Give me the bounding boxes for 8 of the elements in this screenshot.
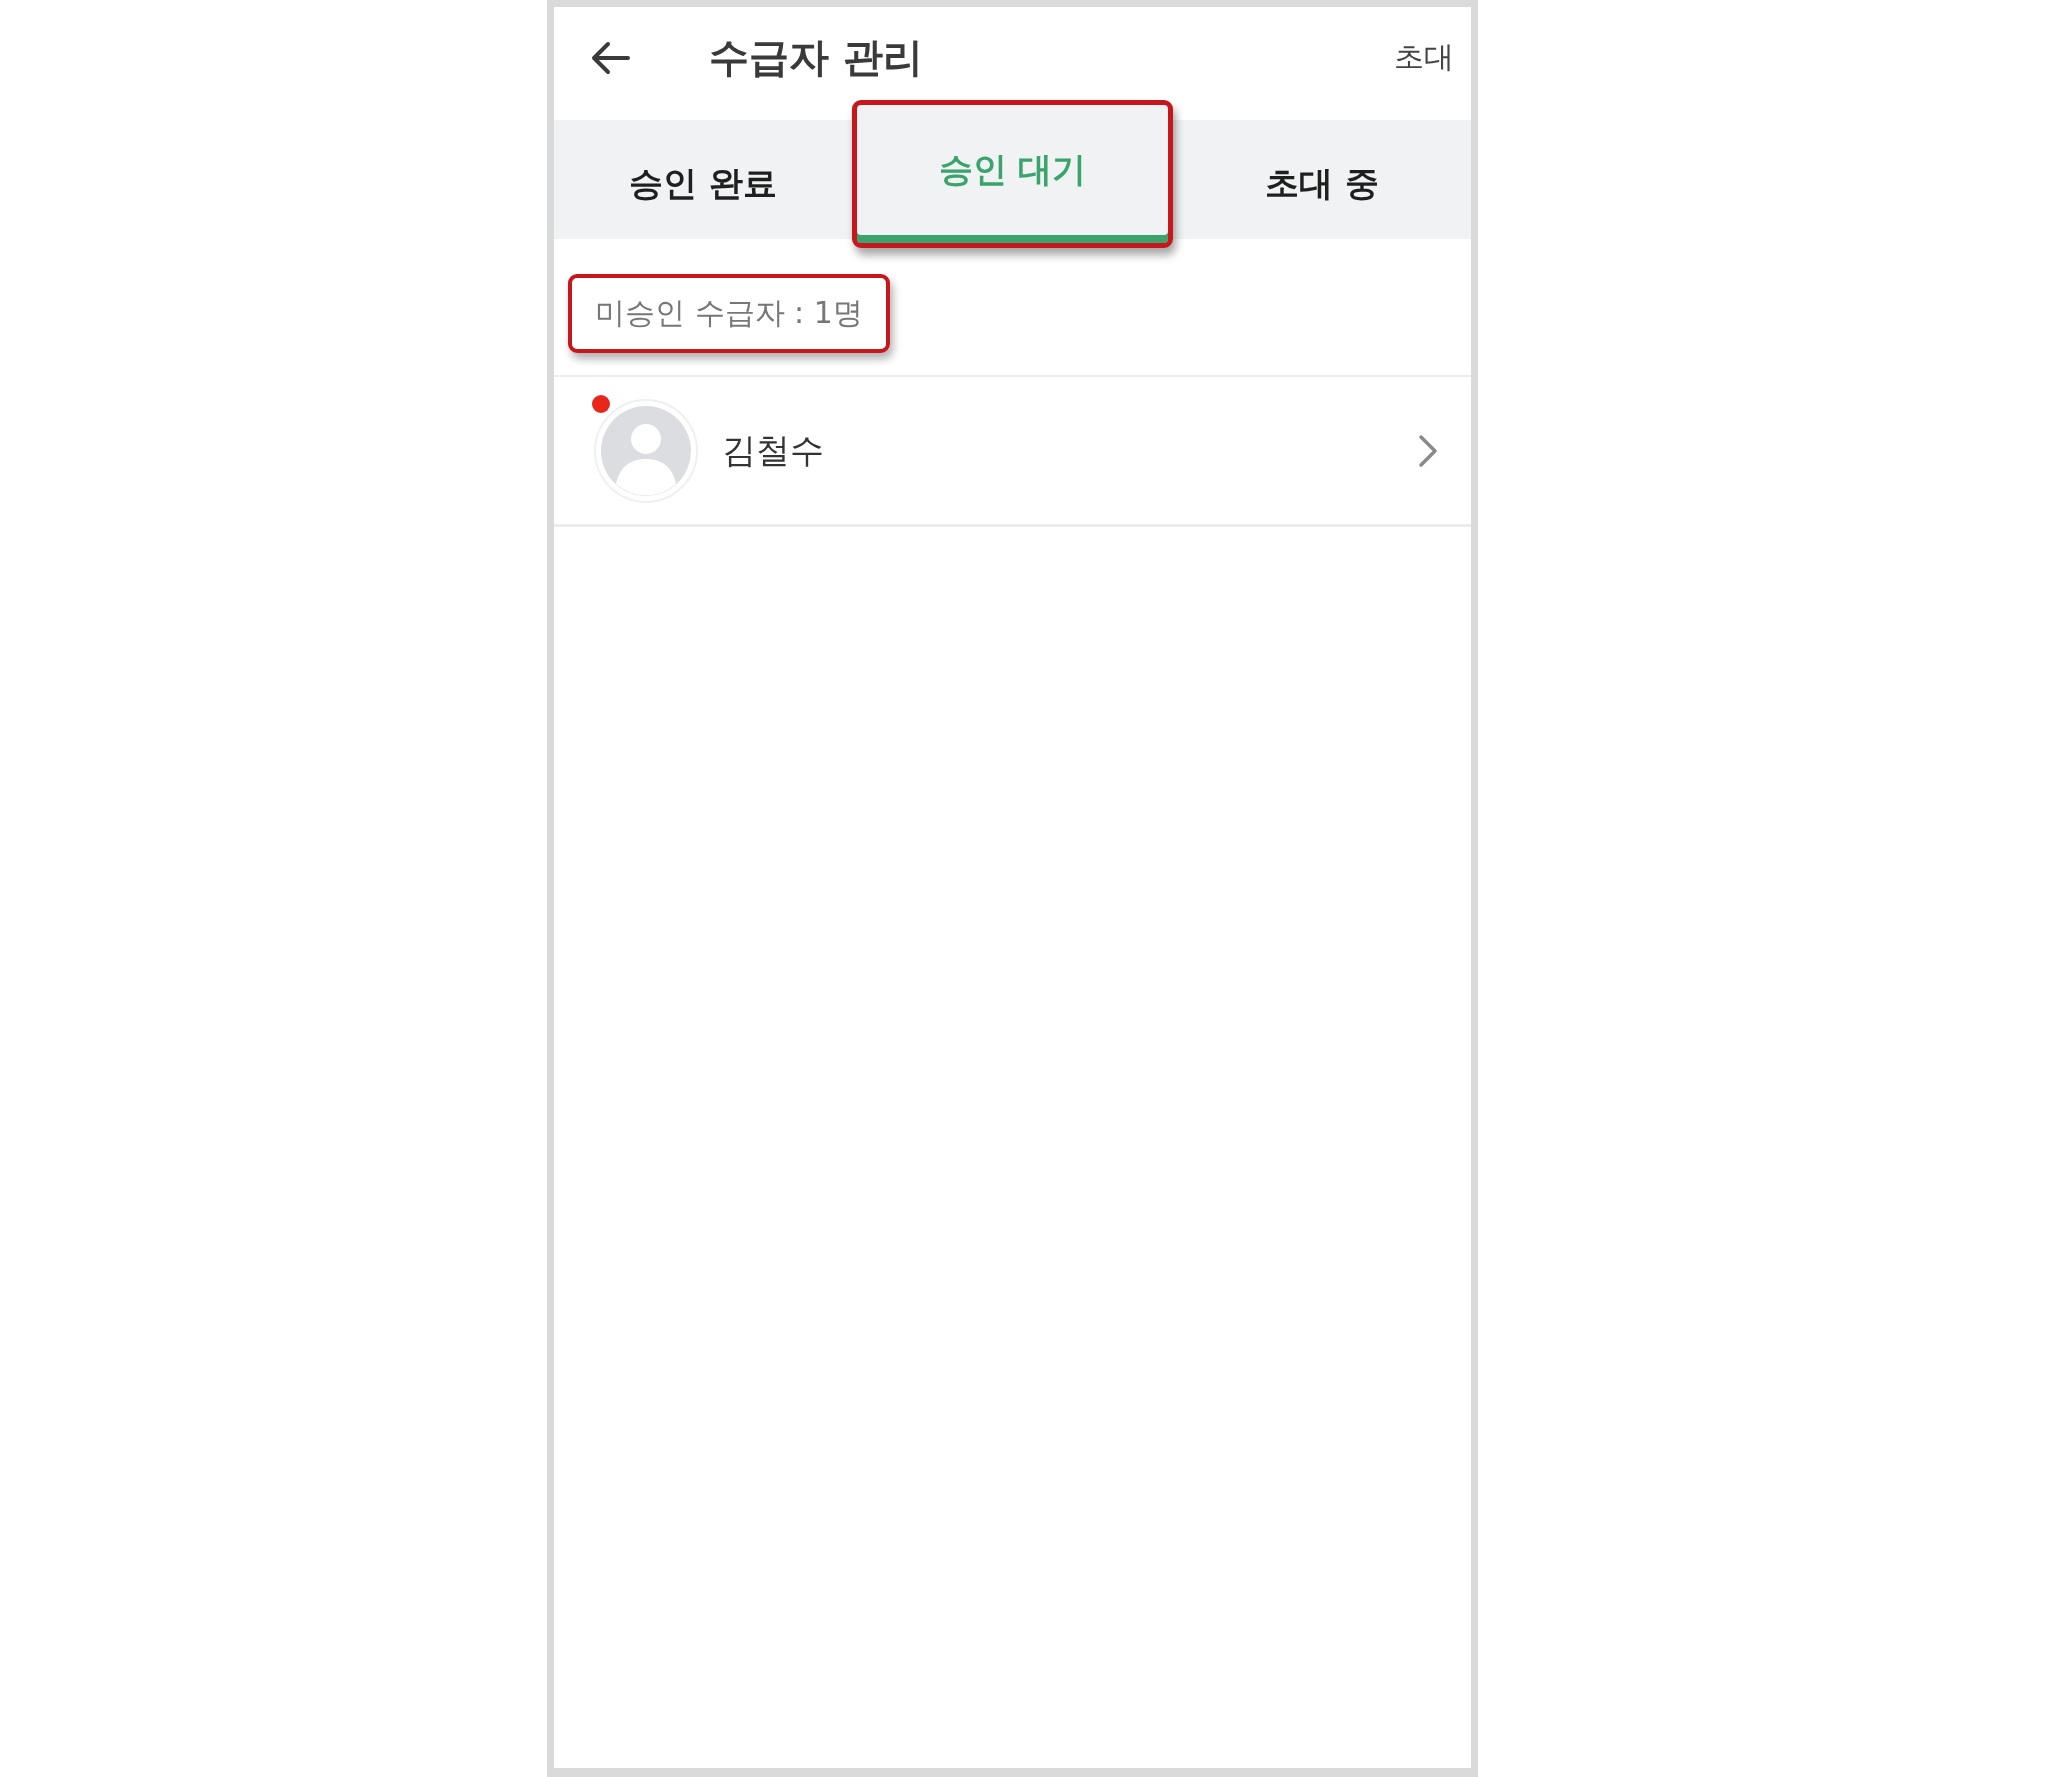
avatar-icon [594, 398, 698, 503]
chevron-right-icon [1418, 433, 1438, 468]
back-arrow-icon[interactable] [590, 40, 630, 75]
invite-button[interactable]: 초대 [1394, 37, 1454, 78]
screen-title: 수급자 관리 [709, 33, 924, 82]
recipient-row[interactable]: 김철수 [554, 377, 1471, 527]
recipient-name: 김철수 [722, 428, 825, 472]
pending-count-label: 미승인 수급자 : 1명 [568, 274, 890, 353]
